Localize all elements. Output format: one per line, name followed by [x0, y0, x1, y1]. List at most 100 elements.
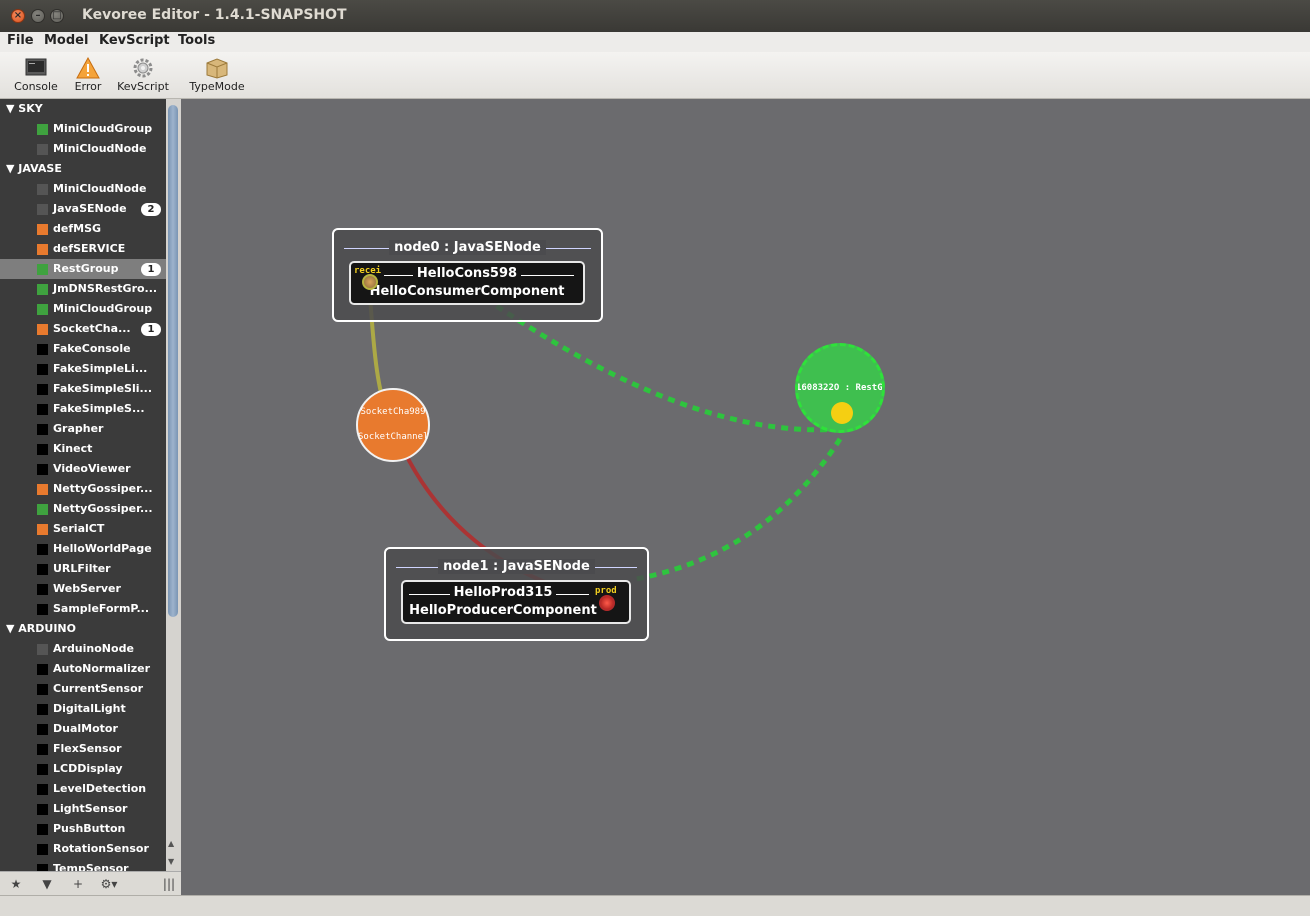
library-item[interactable]: MiniCloudNode [0, 139, 166, 159]
receive-port[interactable] [362, 274, 378, 290]
node-type-icon [37, 144, 48, 155]
library-item[interactable]: MiniCloudGroup [0, 299, 166, 319]
expand-triangle-icon: ▼ [6, 162, 19, 175]
producer-component[interactable]: HelloProd315 HelloProducerComponent prod [401, 580, 631, 624]
library-item[interactable]: SocketCha... 1 [0, 319, 166, 339]
group-type-icon [37, 284, 48, 295]
library-item[interactable]: LightSensor [0, 799, 166, 819]
settings-menu-button[interactable]: ⚙▾ [96, 875, 122, 893]
component-type-icon [37, 344, 48, 355]
category-sky[interactable]: ▼ SKY [6, 99, 43, 119]
menu-model[interactable]: Model [44, 33, 88, 48]
library-item[interactable]: URLFilter [0, 559, 166, 579]
component-type-icon [37, 724, 48, 735]
group-port[interactable] [831, 402, 853, 424]
library-item[interactable]: DigitalLight [0, 699, 166, 719]
library-item[interactable]: NettyGossiper... [0, 499, 166, 519]
menu-file[interactable]: File [7, 33, 34, 48]
library-item[interactable]: FakeSimpleSli... [0, 379, 166, 399]
library-item[interactable]: Kinect [0, 439, 166, 459]
library-item[interactable]: defMSG [0, 219, 166, 239]
library-item[interactable]: JavaSENode 2 [0, 199, 166, 219]
produce-port[interactable] [599, 595, 615, 611]
star-button[interactable]: ★ [5, 875, 27, 893]
group-type-icon [37, 124, 48, 135]
filter-button[interactable]: ▼ [36, 875, 58, 893]
library-item-selected[interactable]: RestGroup 1 [0, 259, 166, 279]
library-item[interactable]: WebServer [0, 579, 166, 599]
model-canvas[interactable]: node0 : JavaSENode HelloCons598 HelloCon… [181, 99, 1310, 895]
library-item[interactable]: LCDDisplay [0, 759, 166, 779]
menu-tools[interactable]: Tools [178, 33, 215, 48]
channel-type-label: SocketChannel [358, 432, 429, 442]
typemode-label: TypeMode [189, 80, 245, 93]
group-type-icon [37, 264, 48, 275]
scroll-up-arrow-icon[interactable]: ▲ [168, 839, 174, 848]
error-button[interactable]: Error [68, 54, 108, 93]
node0-box[interactable]: node0 : JavaSENode HelloCons598 HelloCon… [332, 228, 603, 322]
group-type-icon [37, 504, 48, 515]
consumer-component[interactable]: HelloCons598 HelloConsumerComponent rece… [349, 261, 585, 305]
category-arduino[interactable]: ▼ ARDUINO [6, 619, 76, 639]
add-button[interactable]: + [67, 875, 89, 893]
scrollbar-thumb[interactable] [168, 105, 178, 617]
console-button[interactable]: Console [8, 54, 64, 93]
library-item[interactable]: HelloWorldPage [0, 539, 166, 559]
library-item[interactable]: Grapher [0, 419, 166, 439]
library-item[interactable]: NettyGossiper... [0, 479, 166, 499]
resize-grip-icon[interactable]: ||| [162, 875, 176, 893]
node-title: node0 : JavaSENode [389, 240, 546, 255]
node-type-icon [37, 644, 48, 655]
minimize-window-button[interactable]: – [31, 9, 45, 23]
socket-channel-hub[interactable]: SocketCha989 SocketChannel [356, 388, 430, 462]
sidebar-footer: ★ ▼ + ⚙▾ ||| [0, 871, 181, 896]
library-item[interactable]: MiniCloudNode [0, 179, 166, 199]
category-javase[interactable]: ▼ JAVASE [6, 159, 62, 179]
console-label: Console [14, 80, 58, 93]
library-item[interactable]: LevelDetection [0, 779, 166, 799]
node1-box[interactable]: node1 : JavaSENode HelloProd315 HelloPro… [384, 547, 649, 641]
component-type-name: HelloConsumerComponent [369, 284, 565, 299]
library-item[interactable]: defSERVICE [0, 239, 166, 259]
kevscript-label: KevScript [117, 80, 169, 93]
library-item[interactable]: CurrentSensor [0, 679, 166, 699]
component-type-icon [37, 664, 48, 675]
library-item[interactable]: DualMotor [0, 719, 166, 739]
library-item[interactable]: FakeConsole [0, 339, 166, 359]
component-type-icon [37, 684, 48, 695]
library-item[interactable]: VideoViewer [0, 459, 166, 479]
menu-kevscript[interactable]: KevScript [99, 33, 170, 48]
library-item[interactable]: FakeSimpleLi... [0, 359, 166, 379]
node-type-icon [37, 204, 48, 215]
library-item[interactable]: JmDNSRestGro... [0, 279, 166, 299]
scroll-down-arrow-icon[interactable]: ▼ [168, 857, 174, 866]
library-item[interactable]: FlexSensor [0, 739, 166, 759]
library-item[interactable]: ArduinoNode [0, 639, 166, 659]
sidebar-scrollbar[interactable]: ▲ ▼ [166, 99, 181, 871]
library-item[interactable]: AutoNormalizer [0, 659, 166, 679]
library-item[interactable]: PushButton [0, 819, 166, 839]
library-item[interactable]: SampleFormP... [0, 599, 166, 619]
close-window-button[interactable]: × [11, 9, 25, 23]
status-bar [0, 895, 1310, 916]
library-item[interactable]: TempSensor [0, 859, 166, 871]
library-item[interactable]: FakeSimpleS... [0, 399, 166, 419]
component-type-icon [37, 384, 48, 395]
library-item[interactable]: MiniCloudGroup [0, 119, 166, 139]
maximize-window-button[interactable]: □ [50, 9, 64, 23]
group-link-node1[interactable] [635, 437, 843, 582]
component-type-icon [37, 584, 48, 595]
instance-count-badge: 1 [141, 323, 161, 336]
canvas-connections [367, 280, 843, 603]
rest-group-hub[interactable]: 1608322O : RestGr [795, 343, 885, 433]
component-type-icon [37, 764, 48, 775]
toolbar: Console Error KevScript TypeMode [0, 52, 1310, 99]
typemode-button[interactable]: TypeMode [181, 54, 253, 93]
expand-triangle-icon: ▼ [6, 102, 19, 115]
component-type-icon [37, 744, 48, 755]
component-type-icon [37, 464, 48, 475]
node-title: node1 : JavaSENode [438, 559, 595, 574]
kevscript-button[interactable]: KevScript [111, 54, 175, 93]
library-item[interactable]: SerialCT [0, 519, 166, 539]
library-item[interactable]: RotationSensor [0, 839, 166, 859]
